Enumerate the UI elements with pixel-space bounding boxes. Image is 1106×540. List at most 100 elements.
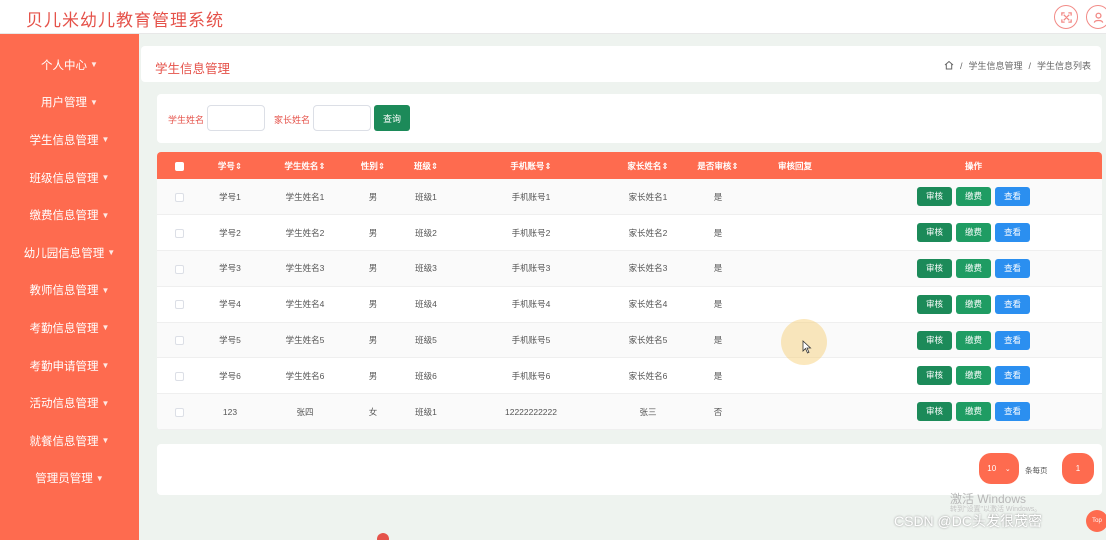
view-button[interactable]: 查看	[995, 330, 1030, 350]
cell-gender: 女	[368, 406, 378, 417]
row-checkbox[interactable]	[174, 372, 184, 381]
cell-name: 学生姓名1	[285, 191, 325, 202]
sidebar-item-label: 考勤信息管理	[29, 322, 99, 335]
column-header[interactable]: 学生姓名⇕	[259, 152, 351, 179]
review-button[interactable]: 审核	[917, 258, 952, 278]
sidebar-item-label: 活动信息管理	[29, 398, 99, 411]
row-checkbox[interactable]	[174, 192, 184, 202]
select-all-checkbox[interactable]	[174, 161, 184, 171]
column-header[interactable]: 班级⇕	[395, 152, 457, 179]
pay-button[interactable]: 缴费	[956, 223, 991, 243]
fullscreen-icon[interactable]	[1054, 5, 1078, 29]
breadcrumb-separator: /	[1028, 60, 1031, 71]
cell-phone: 手机账号3	[511, 263, 551, 274]
column-header[interactable]: 是否审核⇕	[691, 152, 745, 179]
column-header[interactable]: 手机账号⇕	[457, 152, 605, 179]
row-checkbox[interactable]	[174, 300, 184, 310]
cell-class: 班级5	[415, 335, 437, 346]
view-button[interactable]: 查看	[995, 294, 1030, 314]
sidebar-item-activities[interactable]: 活动信息管理 ▼	[0, 384, 139, 422]
pay-button[interactable]: 缴费	[956, 258, 991, 278]
review-button[interactable]: 审核	[917, 366, 952, 386]
sidebar-item-students[interactable]: 学生信息管理 ▼	[0, 121, 139, 159]
column-header[interactable]: 学号⇕	[201, 152, 259, 179]
student-name-input[interactable]	[207, 105, 265, 131]
sidebar-item-attendance-requests[interactable]: 考勤申请管理 ▼	[0, 347, 139, 385]
row-checkbox[interactable]	[174, 336, 184, 346]
cell-name: 张四	[296, 406, 314, 417]
view-button[interactable]: 查看	[995, 402, 1030, 422]
cell-gender: 男	[368, 227, 378, 238]
table-row: 学号5 学生姓名5 男 班级5 手机账号5 家长姓名5 是 审核 缴费 查看	[157, 322, 1102, 358]
view-button[interactable]: 查看	[995, 223, 1030, 243]
pay-button[interactable]: 缴费	[956, 402, 991, 422]
pay-button[interactable]: 缴费	[956, 187, 991, 207]
cell-class: 班级6	[415, 370, 437, 381]
home-icon[interactable]	[944, 60, 954, 72]
sidebar-item-kindergarten[interactable]: 幼儿园信息管理 ▼	[0, 234, 139, 272]
page-number-button[interactable]: 1	[1062, 453, 1094, 484]
sidebar-item-admins[interactable]: 管理员管理 ▼	[0, 460, 139, 498]
column-header[interactable]: 家长姓名⇕	[605, 152, 691, 179]
sidebar-item-label: 幼儿园信息管理	[23, 247, 105, 260]
pay-button[interactable]: 缴费	[956, 294, 991, 314]
cell-parent: 家长姓名4	[628, 299, 668, 310]
review-button[interactable]: 审核	[917, 402, 952, 422]
caret-down-icon: ▼	[101, 210, 110, 220]
column-header[interactable]: 性别⇕	[351, 152, 395, 179]
cell-approved: 是	[713, 263, 723, 274]
caret-down-icon: ▼	[90, 60, 98, 70]
row-checkbox[interactable]	[174, 228, 184, 238]
table-row: 学号3 学生姓名3 男 班级3 手机账号3 家长姓名3 是 审核 缴费 查看	[157, 250, 1102, 287]
sidebar-item-label: 缴费信息管理	[29, 210, 99, 223]
top-bar: 贝儿米幼儿教育管理系统	[0, 0, 1106, 34]
cell-reply	[745, 215, 845, 251]
sidebar-item-personal-center[interactable]: 个人中心 ▼	[0, 46, 139, 84]
row-actions: 审核 缴费 查看	[845, 251, 1102, 287]
pay-button[interactable]: 缴费	[956, 330, 991, 350]
review-button[interactable]: 审核	[917, 294, 952, 314]
cell-gender: 男	[368, 263, 378, 274]
sidebar-item-label: 就餐信息管理	[29, 435, 99, 448]
pay-button[interactable]: 缴费	[956, 366, 991, 386]
table-row: 123 张四 女 班级1 12222222222 张三 否 审核 缴费 查看	[157, 393, 1102, 430]
sidebar-item-payments[interactable]: 缴费信息管理 ▼	[0, 196, 139, 234]
page-size-select[interactable]: 10 ⌄	[979, 453, 1019, 484]
cell-id: 学号1	[219, 191, 241, 202]
review-button[interactable]: 审核	[917, 330, 952, 350]
caret-down-icon: ▼	[101, 398, 110, 408]
table-row: 学号6 学生姓名6 男 班级6 手机账号6 家长姓名6 是 审核 缴费 查看	[157, 357, 1102, 394]
cell-gender: 男	[368, 370, 378, 381]
breadcrumb-item: 学生信息列表	[1036, 61, 1091, 71]
breadcrumb-item[interactable]: 学生信息管理	[968, 59, 1022, 72]
cell-approved: 是	[713, 227, 723, 238]
row-checkbox[interactable]	[174, 407, 184, 417]
caret-down-icon: ▼	[101, 285, 110, 295]
cell-parent: 家长姓名5	[628, 335, 668, 346]
view-button[interactable]: 查看	[995, 366, 1030, 386]
sidebar-item-attendance[interactable]: 考勤信息管理 ▼	[0, 309, 139, 347]
caret-down-icon: ▼	[107, 248, 116, 258]
sidebar-item-classes[interactable]: 班级信息管理 ▼	[0, 159, 139, 197]
back-to-top-button[interactable]: Top	[1086, 510, 1106, 532]
view-button[interactable]: 查看	[995, 187, 1030, 207]
sidebar-item-label: 个人中心	[41, 59, 88, 72]
cell-parent: 家长姓名1	[628, 191, 668, 202]
cell-phone: 手机账号4	[511, 299, 551, 310]
sidebar: 个人中心 ▼ 用户管理 ▼ 学生信息管理 ▼ 班级信息管理 ▼ 缴费信息管理 ▼ 幼儿园信…	[0, 34, 139, 540]
review-button[interactable]: 审核	[917, 187, 952, 207]
sidebar-item-teachers[interactable]: 教师信息管理 ▼	[0, 272, 139, 310]
sidebar-item-users[interactable]: 用户管理 ▼	[0, 84, 139, 122]
user-icon[interactable]	[1086, 5, 1106, 29]
cell-id: 学号4	[219, 299, 241, 310]
student-table: 学号⇕ 学生姓名⇕ 性别⇕ 班级⇕ 手机账号⇕ 家长姓名⇕ 是否审核⇕ 审核回复…	[157, 152, 1102, 430]
view-button[interactable]: 查看	[995, 258, 1030, 278]
row-actions: 审核 缴费 查看	[845, 394, 1102, 430]
sidebar-item-meals[interactable]: 就餐信息管理 ▼	[0, 422, 139, 460]
search-button[interactable]: 查询	[374, 105, 410, 131]
parent-name-input[interactable]	[313, 105, 371, 131]
row-checkbox[interactable]	[174, 264, 184, 274]
review-button[interactable]: 审核	[917, 223, 952, 243]
cell-id: 学号6	[219, 370, 241, 381]
cell-gender: 男	[368, 191, 378, 202]
